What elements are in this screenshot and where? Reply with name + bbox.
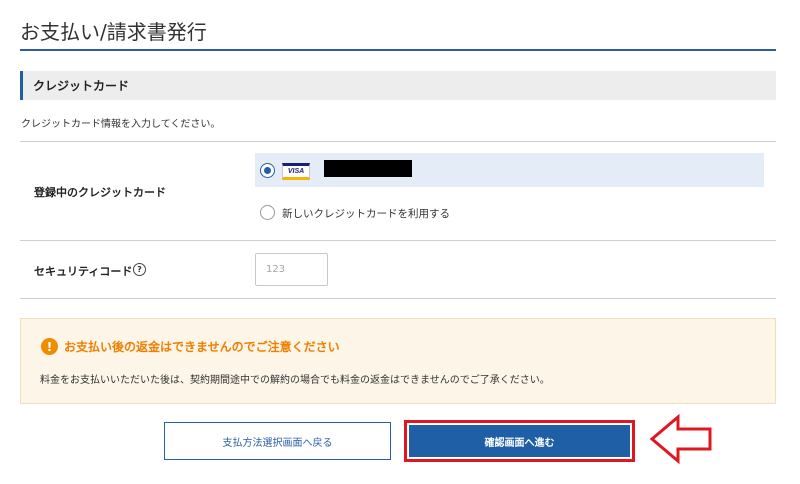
exclamation-icon: ! [41, 338, 58, 355]
security-code-input[interactable] [255, 253, 328, 286]
security-code-label: セキュリティコード [34, 265, 133, 278]
confirm-button-highlight: 確認画面へ進む [404, 420, 635, 462]
new-card-option-label[interactable]: 新しいクレジットカードを利用する [282, 206, 450, 221]
new-card-radio[interactable] [260, 205, 275, 220]
visa-card-icon: VISA [282, 163, 310, 180]
divider [20, 141, 776, 142]
proceed-to-confirm-button[interactable]: 確認画面へ進む [409, 425, 630, 457]
masked-card-number [324, 160, 412, 177]
notice-title: お支払い後の返金はできませんのでご注意ください [64, 340, 340, 354]
intro-text: クレジットカード情報を入力してください。 [21, 119, 221, 130]
back-to-payment-method-button[interactable]: 支払方法選択画面へ戻る [164, 422, 391, 460]
registered-card-label: 登録中のクレジットカード [34, 186, 166, 199]
question-circle-icon[interactable]: ? [133, 263, 146, 276]
title-divider [20, 49, 776, 51]
registered-card-radio[interactable] [260, 163, 275, 178]
left-arrow-icon [649, 414, 712, 464]
page-title: お支払い/請求書発行 [20, 20, 207, 44]
notice-body: 料金をお支払いいただいた後は、契約期間途中での解約の場合でも料金の返金はできませ… [40, 375, 550, 386]
section-heading-label: クレジットカード [33, 79, 130, 93]
section-heading: クレジットカード [20, 71, 776, 100]
refund-notice: ! お支払い後の返金はできませんのでご注意ください 料金をお支払いいただいた後は… [20, 318, 776, 404]
divider [20, 240, 776, 241]
divider [20, 298, 776, 299]
